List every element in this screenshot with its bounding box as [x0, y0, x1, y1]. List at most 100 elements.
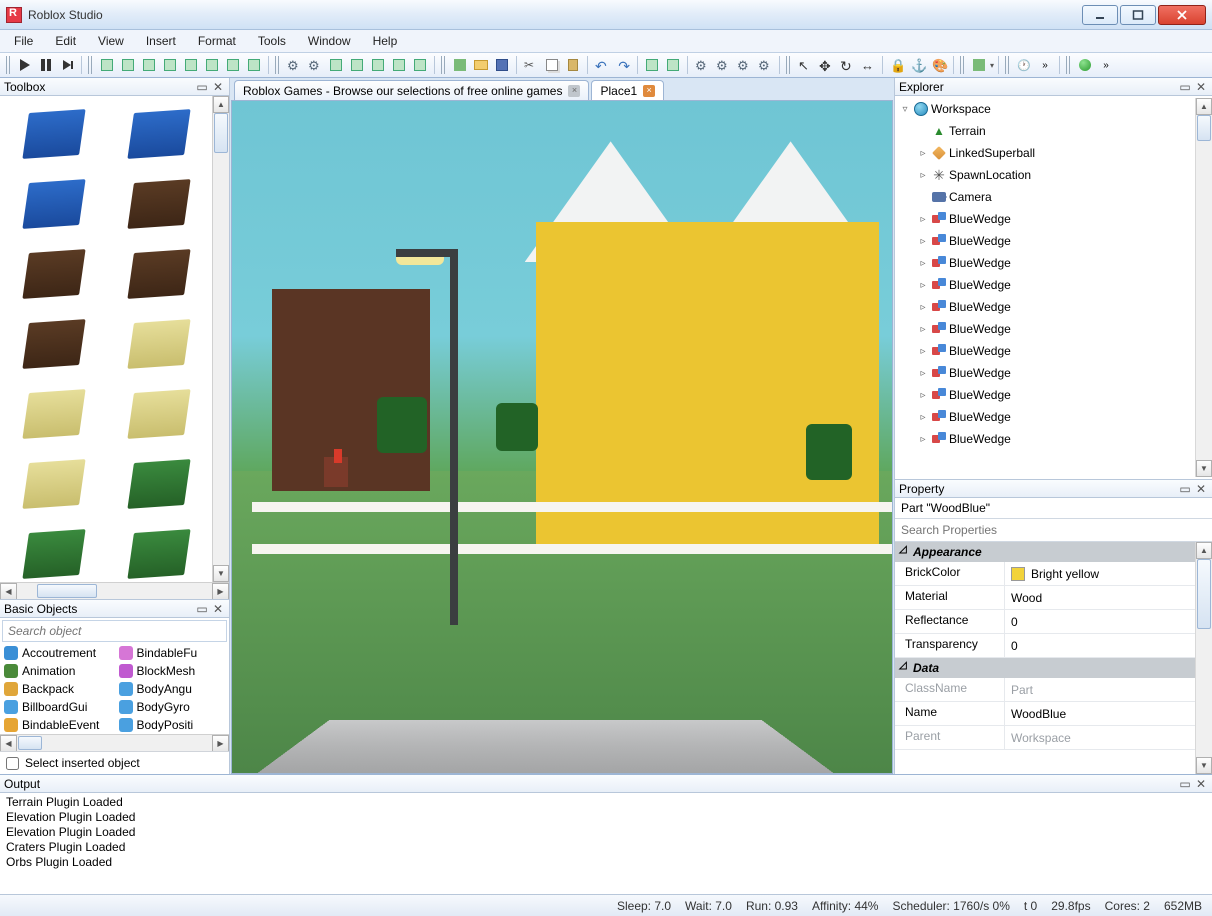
tab-close-icon[interactable]: ×: [568, 85, 580, 97]
play-button[interactable]: [15, 55, 35, 75]
close-icon[interactable]: ✕: [1194, 80, 1208, 94]
property-row[interactable]: Reflectance0: [895, 610, 1195, 634]
ungroup-button[interactable]: [663, 55, 683, 75]
expander-icon[interactable]: ▹: [917, 368, 929, 379]
tree-row[interactable]: ▹BlueWedge: [895, 428, 1195, 450]
toolbox-item[interactable]: [111, 524, 206, 582]
objects-hscroll[interactable]: ◀ ▶: [0, 734, 229, 751]
undock-icon[interactable]: ▭: [1178, 777, 1192, 791]
tree-row[interactable]: ▹BlueWedge: [895, 406, 1195, 428]
surface-tool-5[interactable]: [181, 55, 201, 75]
expander-icon[interactable]: ▹: [917, 346, 929, 357]
new-button[interactable]: [450, 55, 470, 75]
redo-button[interactable]: ↶: [613, 55, 633, 75]
hscroll-thumb[interactable]: [18, 736, 42, 750]
cut-button[interactable]: ✂: [521, 55, 541, 75]
object-item[interactable]: BindableFu: [115, 644, 230, 662]
surface-tool-1[interactable]: [97, 55, 117, 75]
misc-tool-3[interactable]: ⚙: [734, 55, 754, 75]
property-row[interactable]: BrickColorBright yellow: [895, 562, 1195, 586]
scroll-down-icon[interactable]: ▼: [1196, 460, 1212, 477]
surface-tool-8[interactable]: [244, 55, 264, 75]
toolbar-grip[interactable]: [960, 56, 966, 74]
test-tool-3[interactable]: [326, 55, 346, 75]
tree-row[interactable]: Terrain: [895, 120, 1195, 142]
tree-row[interactable]: ▹BlueWedge: [895, 340, 1195, 362]
tree-row[interactable]: ▹BlueWedge: [895, 252, 1195, 274]
pause-button[interactable]: [36, 55, 56, 75]
toolbar-grip[interactable]: [786, 56, 792, 74]
expander-icon[interactable]: ▹: [917, 214, 929, 225]
object-item[interactable]: BlockMesh: [115, 662, 230, 680]
toolbox-item[interactable]: [111, 384, 206, 444]
tree-row[interactable]: ▹BlueWedge: [895, 362, 1195, 384]
scale-tool[interactable]: ↔: [858, 55, 878, 75]
toolbox-item[interactable]: [111, 244, 206, 304]
object-item[interactable]: Animation: [0, 662, 115, 680]
toolbox-item[interactable]: [6, 384, 101, 444]
object-search-input[interactable]: [2, 620, 227, 642]
toolbox-item[interactable]: [6, 244, 101, 304]
toolbox-item[interactable]: [6, 174, 101, 234]
test-tool-5[interactable]: [368, 55, 388, 75]
scroll-up-icon[interactable]: ▲: [213, 96, 229, 113]
tree-row[interactable]: ▹✳SpawnLocation: [895, 164, 1195, 186]
test-tool-4[interactable]: [347, 55, 367, 75]
expander-icon[interactable]: ▹: [917, 280, 929, 291]
property-scrollbar[interactable]: ▲ ▼: [1195, 542, 1212, 774]
tree-row[interactable]: ▹LinkedSuperball: [895, 142, 1195, 164]
expander-icon[interactable]: ▹: [917, 434, 929, 445]
tree-row[interactable]: ▹BlueWedge: [895, 318, 1195, 340]
close-icon[interactable]: ✕: [1194, 777, 1208, 791]
close-button[interactable]: [1158, 5, 1206, 25]
expander-icon[interactable]: ▹: [917, 236, 929, 247]
property-row[interactable]: Transparency0: [895, 634, 1195, 658]
scroll-left-icon[interactable]: ◀: [0, 735, 17, 752]
close-icon[interactable]: ✕: [211, 602, 225, 616]
toolbox-item[interactable]: [111, 454, 206, 514]
copy-button[interactable]: [542, 55, 562, 75]
time-tool[interactable]: 🕐: [1014, 55, 1034, 75]
expander-icon[interactable]: ▹: [917, 148, 929, 159]
object-item[interactable]: BillboardGui: [0, 698, 115, 716]
close-icon[interactable]: ✕: [1194, 482, 1208, 496]
maximize-button[interactable]: [1120, 5, 1156, 25]
expand-tool-2[interactable]: »: [1096, 55, 1116, 75]
expander-icon[interactable]: ▹: [917, 390, 929, 401]
color-tool[interactable]: 🎨: [929, 55, 949, 75]
tree-row[interactable]: Camera: [895, 186, 1195, 208]
toolbox-scrollbar[interactable]: ▲ ▼: [212, 96, 229, 582]
expander-icon[interactable]: ▹: [917, 170, 929, 181]
expander-icon[interactable]: ▹: [917, 258, 929, 269]
test-tool-2[interactable]: ⚙: [305, 55, 325, 75]
undock-icon[interactable]: ▭: [195, 602, 209, 616]
toolbox-hscroll[interactable]: ◀ ▶: [0, 582, 229, 599]
undo-button[interactable]: ↶: [592, 55, 612, 75]
toolbox-item[interactable]: [111, 314, 206, 374]
surface-tool-6[interactable]: [202, 55, 222, 75]
minimize-button[interactable]: [1082, 5, 1118, 25]
tab-browse[interactable]: Roblox Games - Browse our selections of …: [234, 80, 589, 100]
misc-tool-2[interactable]: ⚙: [713, 55, 733, 75]
scroll-down-icon[interactable]: ▼: [213, 565, 229, 582]
scroll-up-icon[interactable]: ▲: [1196, 542, 1212, 559]
toolbox-item[interactable]: [111, 104, 206, 164]
viewport-3d[interactable]: [231, 100, 893, 774]
property-group[interactable]: Data: [895, 658, 1195, 678]
toolbar-grip[interactable]: [275, 56, 281, 74]
tree-row[interactable]: ▹BlueWedge: [895, 230, 1195, 252]
toolbox-item[interactable]: [6, 454, 101, 514]
undock-icon[interactable]: ▭: [195, 80, 209, 94]
hscroll-thumb[interactable]: [37, 584, 97, 598]
scroll-up-icon[interactable]: ▲: [1196, 98, 1212, 115]
misc-tool-4[interactable]: ⚙: [755, 55, 775, 75]
menu-edit[interactable]: Edit: [45, 31, 86, 51]
menu-view[interactable]: View: [88, 31, 134, 51]
scroll-down-icon[interactable]: ▼: [1196, 757, 1212, 774]
open-button[interactable]: [471, 55, 491, 75]
expand-tool[interactable]: »: [1035, 55, 1055, 75]
output-body[interactable]: Terrain Plugin LoadedElevation Plugin Lo…: [0, 793, 1212, 894]
undock-icon[interactable]: ▭: [1178, 482, 1192, 496]
move-tool[interactable]: ✥: [816, 55, 836, 75]
object-item[interactable]: Accoutrement: [0, 644, 115, 662]
